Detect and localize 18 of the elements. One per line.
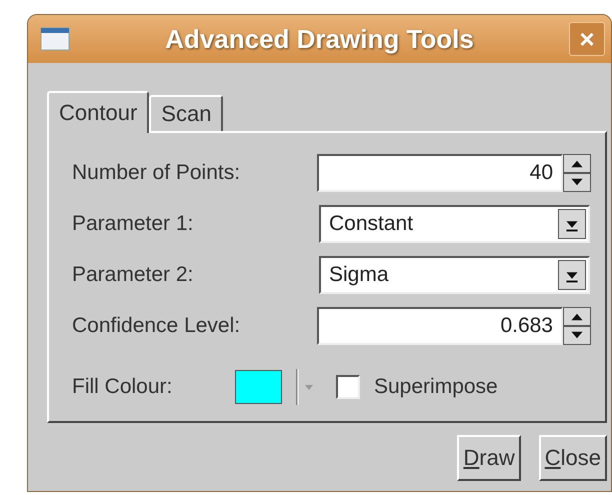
tab[interactable]: Contour bbox=[47, 91, 150, 133]
superimpose-checkbox[interactable] bbox=[336, 374, 360, 398]
dialog-button[interactable]: Draw bbox=[457, 435, 521, 481]
spin-field[interactable]: 40 bbox=[317, 154, 563, 192]
field-label: Parameter 1: bbox=[72, 212, 194, 236]
spin-field[interactable]: 0.683 bbox=[317, 307, 563, 346]
colour-swatch[interactable] bbox=[235, 370, 282, 404]
window-title: Advanced Drawing Tools bbox=[164, 24, 475, 54]
dialog-button[interactable]: Close bbox=[538, 435, 607, 481]
tab[interactable]: Scan bbox=[149, 95, 224, 131]
checkbox-label: Superimpose bbox=[374, 374, 498, 398]
field-label: Parameter 2: bbox=[72, 263, 194, 288]
dropdown[interactable]: Sigma bbox=[319, 256, 590, 294]
field-label: Confidence Level: bbox=[72, 314, 242, 338]
field-label: Fill Colour: bbox=[72, 374, 174, 398]
field-label: Number of Points: bbox=[72, 160, 242, 185]
dropdown[interactable]: Constant bbox=[319, 204, 590, 243]
window-icon bbox=[40, 27, 70, 51]
